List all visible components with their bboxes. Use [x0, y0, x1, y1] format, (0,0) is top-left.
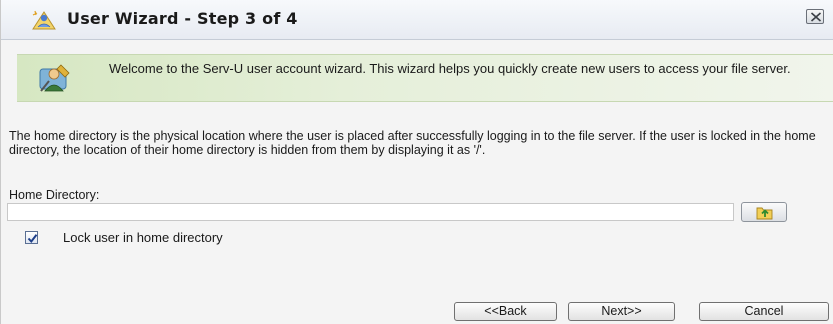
welcome-text: Welcome to the Serv-U user account wizar… — [109, 61, 791, 76]
folder-browse-icon — [756, 207, 773, 220]
next-button[interactable]: Next>> — [568, 302, 675, 321]
title-bar: User Wizard - Step 3 of 4 — [1, 0, 833, 40]
home-directory-description: The home directory is the physical locat… — [9, 129, 816, 157]
back-button[interactable]: <<Back — [454, 302, 557, 321]
close-button[interactable] — [806, 9, 824, 24]
cancel-button[interactable]: Cancel — [699, 302, 829, 321]
dialog-title: User Wizard - Step 3 of 4 — [67, 9, 298, 28]
welcome-banner: Welcome to the Serv-U user account wizar… — [17, 54, 833, 102]
user-wizard-icon — [37, 61, 73, 97]
lock-user-label: Lock user in home directory — [63, 230, 223, 245]
browse-button[interactable] — [741, 202, 787, 222]
checkmark-icon — [27, 234, 38, 244]
user-wizard-dialog: User Wizard - Step 3 of 4 Welcome to the… — [0, 0, 833, 324]
lock-user-checkbox[interactable] — [25, 231, 38, 244]
home-directory-label: Home Directory: — [9, 188, 100, 202]
close-icon — [810, 12, 822, 22]
home-directory-input[interactable] — [7, 203, 734, 221]
wizard-icon — [31, 9, 57, 31]
